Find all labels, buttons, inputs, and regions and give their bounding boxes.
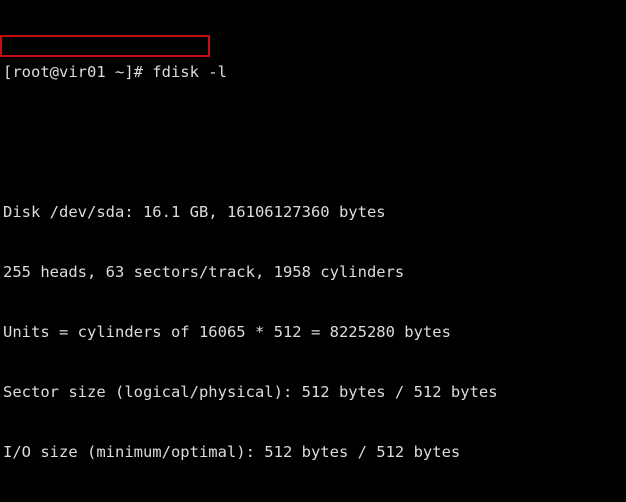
disk-sda-sector-size-line: Sector size (logical/physical): 512 byte…: [3, 383, 498, 401]
disk-sda-header-line: Disk /dev/sda: 16.1 GB, 16106127360 byte…: [3, 203, 386, 221]
terminal-output: [root@vir01 ~]# fdisk -l Disk /dev/sda: …: [3, 2, 610, 502]
prompt-line: [root@vir01 ~]# fdisk -l: [3, 63, 227, 81]
disk-sda-io-size-line: I/O size (minimum/optimal): 512 bytes / …: [3, 443, 461, 461]
disk-sda-units-line: Units = cylinders of 16065 * 512 = 82252…: [3, 323, 451, 341]
disk-sda-geometry-line: 255 heads, 63 sectors/track, 1958 cylind…: [3, 263, 405, 281]
terminal-window[interactable]: [root@vir01 ~]# fdisk -l Disk /dev/sda: …: [0, 0, 626, 502]
